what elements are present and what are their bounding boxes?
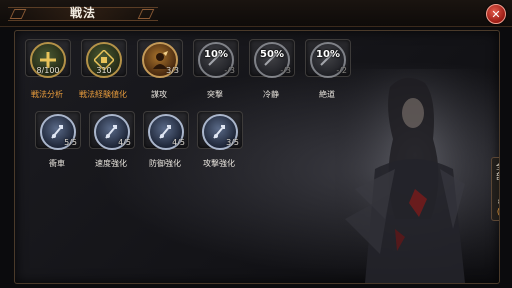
skill-chance-percent: 10% bbox=[204, 49, 228, 60]
skill-tile[interactable]: 5/5 bbox=[35, 111, 81, 150]
title-bar: 戦法 ✕ bbox=[0, 0, 512, 27]
skill-level-count: -/3 bbox=[280, 66, 291, 75]
skill-tile[interactable]: 8/100 bbox=[25, 39, 71, 78]
filter-tab-count: 8 bbox=[495, 198, 499, 206]
skill-level-count: 8/100 bbox=[36, 66, 60, 75]
close-button[interactable]: ✕ bbox=[486, 4, 506, 24]
skill-tile[interactable]: 4/5 bbox=[89, 111, 135, 150]
skill-name-label: 防御強化 bbox=[149, 159, 181, 168]
skill-tile[interactable]: 310 bbox=[81, 39, 127, 78]
collapse-arrow-icon: (( bbox=[496, 207, 500, 216]
skill-level-count: 4/5 bbox=[172, 138, 185, 147]
skill-tile[interactable]: 50% -/3 bbox=[249, 39, 295, 78]
close-icon: ✕ bbox=[491, 7, 501, 21]
skill-tile[interactable]: 3/5 bbox=[197, 111, 243, 150]
skill-level-count: 3/5 bbox=[226, 138, 239, 147]
skill-name-label: 謀攻 bbox=[151, 90, 167, 99]
skill-tile[interactable]: 3/3 bbox=[137, 39, 183, 78]
skill-tile[interactable]: 10% -/2 bbox=[305, 39, 351, 78]
app-window: 戦法 ✕ 8/100 戦法分析 310 戦法経験値化 3/3 謀攻 10% -/… bbox=[0, 0, 512, 288]
skill-name-label: 衝車 bbox=[49, 159, 65, 168]
skill-chance-percent: 50% bbox=[260, 49, 284, 60]
skill-chance-percent: 10% bbox=[316, 49, 340, 60]
skill-name-label: 攻撃強化 bbox=[203, 159, 235, 168]
skill-level-count: 5/5 bbox=[64, 138, 77, 147]
filter-tab-label-top: 全 bbox=[496, 162, 499, 171]
skill-tile[interactable]: 4/5 bbox=[143, 111, 189, 150]
skill-level-count: 310 bbox=[96, 66, 112, 75]
skill-name-label: 突撃 bbox=[207, 90, 223, 99]
skills-panel: 8/100 戦法分析 310 戦法経験値化 3/3 謀攻 10% -/3 突撃 50% -/3 冷静 1… bbox=[14, 30, 500, 284]
skill-level-count: 4/5 bbox=[118, 138, 131, 147]
filter-tab-label-bottom: 部 bbox=[496, 172, 499, 181]
skill-name-label: 速度強化 bbox=[95, 159, 127, 168]
skill-name-label: 絶道 bbox=[319, 90, 335, 99]
character-artwork bbox=[335, 69, 495, 283]
skill-name-label: 冷静 bbox=[263, 90, 279, 99]
skill-name-label: 戦法分析 bbox=[31, 90, 63, 99]
skill-level-count: 3/3 bbox=[166, 66, 179, 75]
filter-tab-label: 全 部 bbox=[495, 162, 499, 182]
skill-level-count: -/2 bbox=[336, 66, 347, 75]
filter-tab-all[interactable]: 全 部 8 (( bbox=[491, 157, 500, 221]
skill-name-label: 戦法経験値化 bbox=[79, 90, 127, 99]
window-title: 戦法 bbox=[70, 6, 97, 20]
skill-tile[interactable]: 10% -/3 bbox=[193, 39, 239, 78]
skill-level-count: -/3 bbox=[224, 66, 235, 75]
